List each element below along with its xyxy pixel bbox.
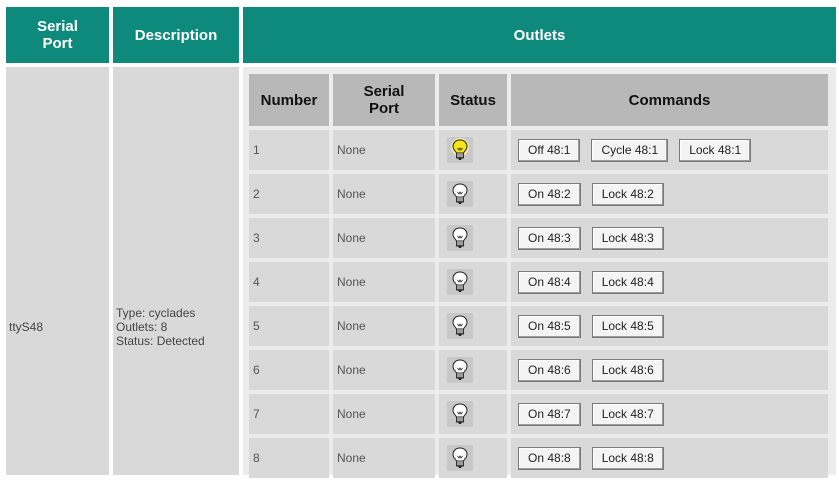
table-row: 2 None On 48:2 Lock 48:2 xyxy=(249,174,828,214)
lock-outlet-button[interactable]: Lock 48:5 xyxy=(591,314,664,338)
outlet-commands: On 48:2 Lock 48:2 xyxy=(511,174,828,214)
table-row: 4 None On 48:4 Lock 48:4 xyxy=(249,262,828,302)
header-serial-port-label: Serial Port xyxy=(37,18,78,52)
outlet-commands: On 48:8 Lock 48:8 xyxy=(511,438,828,478)
outlet-number: 6 xyxy=(249,350,329,390)
on-outlet-button[interactable]: On 48:2 xyxy=(518,182,581,206)
on-outlet-button[interactable]: On 48:7 xyxy=(518,402,581,426)
outlet-number: 3 xyxy=(249,218,329,258)
outlet-number: 8 xyxy=(249,438,329,478)
on-outlet-button[interactable]: On 48:6 xyxy=(518,358,581,382)
table-row: 7 None On 48:7 Lock 48:7 xyxy=(249,394,828,434)
outlet-number: 2 xyxy=(249,174,329,214)
table-row: 5 None On 48:5 Lock 48:5 xyxy=(249,306,828,346)
lightbulb-off-icon xyxy=(447,225,473,251)
on-outlet-button[interactable]: On 48:3 xyxy=(518,226,581,250)
outlet-serial-port: None xyxy=(333,130,435,170)
outlet-commands: On 48:6 Lock 48:6 xyxy=(511,350,828,390)
description-cell: Type: cyclades Outlets: 8 Status: Detect… xyxy=(113,67,239,475)
serial-port-cell: ttyS48 xyxy=(6,67,109,475)
description-status: Status: Detected xyxy=(116,334,205,348)
outlet-commands: On 48:7 Lock 48:7 xyxy=(511,394,828,434)
outlet-status xyxy=(439,130,507,170)
outlet-status xyxy=(439,394,507,434)
outlet-commands: On 48:4 Lock 48:4 xyxy=(511,262,828,302)
lightbulb-off-icon xyxy=(447,445,473,471)
lock-outlet-button[interactable]: Lock 48:7 xyxy=(591,402,664,426)
col-header-status-label: Status xyxy=(450,91,496,109)
outlet-number: 5 xyxy=(249,306,329,346)
col-header-status: Status xyxy=(439,74,507,126)
port-description: Type: cyclades Outlets: 8 Status: Detect… xyxy=(116,306,205,348)
lightbulb-off-icon xyxy=(447,401,473,427)
lightbulb-off-icon xyxy=(447,181,473,207)
outlets-cell: Number Serial Port Status Commands 1 None… xyxy=(243,67,836,478)
outlet-serial-port: None xyxy=(333,306,435,346)
col-header-serial-port: Serial Port xyxy=(333,74,435,126)
col-header-number-label: Number xyxy=(260,91,318,109)
outlet-serial-port: None xyxy=(333,174,435,214)
outlet-number: 7 xyxy=(249,394,329,434)
col-header-commands: Commands xyxy=(511,74,828,126)
header-serial-port: Serial Port xyxy=(6,7,109,63)
outlet-commands: On 48:3 Lock 48:3 xyxy=(511,218,828,258)
description-type: Type: cyclades xyxy=(116,306,196,320)
lightbulb-off-icon xyxy=(447,313,473,339)
on-outlet-button[interactable]: On 48:5 xyxy=(518,314,581,338)
on-outlet-button[interactable]: On 48:4 xyxy=(518,270,581,294)
outlet-commands: On 48:5 Lock 48:5 xyxy=(511,306,828,346)
table-row: 3 None On 48:3 Lock 48:3 xyxy=(249,218,828,258)
table-row: 1 None Off 48:1 Cycle 48:1 Lock 48:1 xyxy=(249,130,828,170)
outlet-status xyxy=(439,262,507,302)
on-outlet-button[interactable]: On 48:8 xyxy=(518,446,581,470)
outlet-number: 1 xyxy=(249,130,329,170)
outlet-status xyxy=(439,218,507,258)
header-description-label: Description xyxy=(134,26,218,44)
outlet-serial-port: None xyxy=(333,218,435,258)
lock-outlet-button[interactable]: Lock 48:3 xyxy=(591,226,664,250)
lock-outlet-button[interactable]: Lock 48:6 xyxy=(591,358,664,382)
lock-outlet-button[interactable]: Lock 48:8 xyxy=(591,446,664,470)
outlet-serial-port: None xyxy=(333,394,435,434)
cycle-outlet-button[interactable]: Cycle 48:1 xyxy=(591,138,669,162)
lock-outlet-button[interactable]: Lock 48:2 xyxy=(591,182,664,206)
header-description: Description xyxy=(113,7,239,63)
lock-outlet-button[interactable]: Lock 48:4 xyxy=(591,270,664,294)
lightbulb-on-icon xyxy=(447,137,473,163)
outlet-commands: Off 48:1 Cycle 48:1 Lock 48:1 xyxy=(511,130,828,170)
outlet-serial-port: None xyxy=(333,438,435,478)
lightbulb-off-icon xyxy=(447,357,473,383)
col-header-commands-label: Commands xyxy=(628,91,711,109)
col-header-serial-port-label: Serial Port xyxy=(363,83,405,117)
header-outlets-label: Outlets xyxy=(513,26,566,44)
outlet-serial-port: None xyxy=(333,350,435,390)
table-row: 6 None On 48:6 Lock 48:6 xyxy=(249,350,828,390)
header-outlets: Outlets xyxy=(243,7,836,63)
serial-port-name: ttyS48 xyxy=(9,320,44,334)
table-row: 8 None On 48:8 Lock 48:8 xyxy=(249,438,828,478)
lightbulb-off-icon xyxy=(447,269,473,295)
outlet-serial-port: None xyxy=(333,262,435,302)
col-header-number: Number xyxy=(249,74,329,126)
lock-outlet-button[interactable]: Lock 48:1 xyxy=(679,138,752,162)
outlet-status xyxy=(439,174,507,214)
outlet-number: 4 xyxy=(249,262,329,302)
outlet-status xyxy=(439,306,507,346)
description-outlets: Outlets: 8 xyxy=(116,320,168,334)
outlet-status xyxy=(439,350,507,390)
off-outlet-button[interactable]: Off 48:1 xyxy=(518,138,581,162)
outlet-status xyxy=(439,438,507,478)
